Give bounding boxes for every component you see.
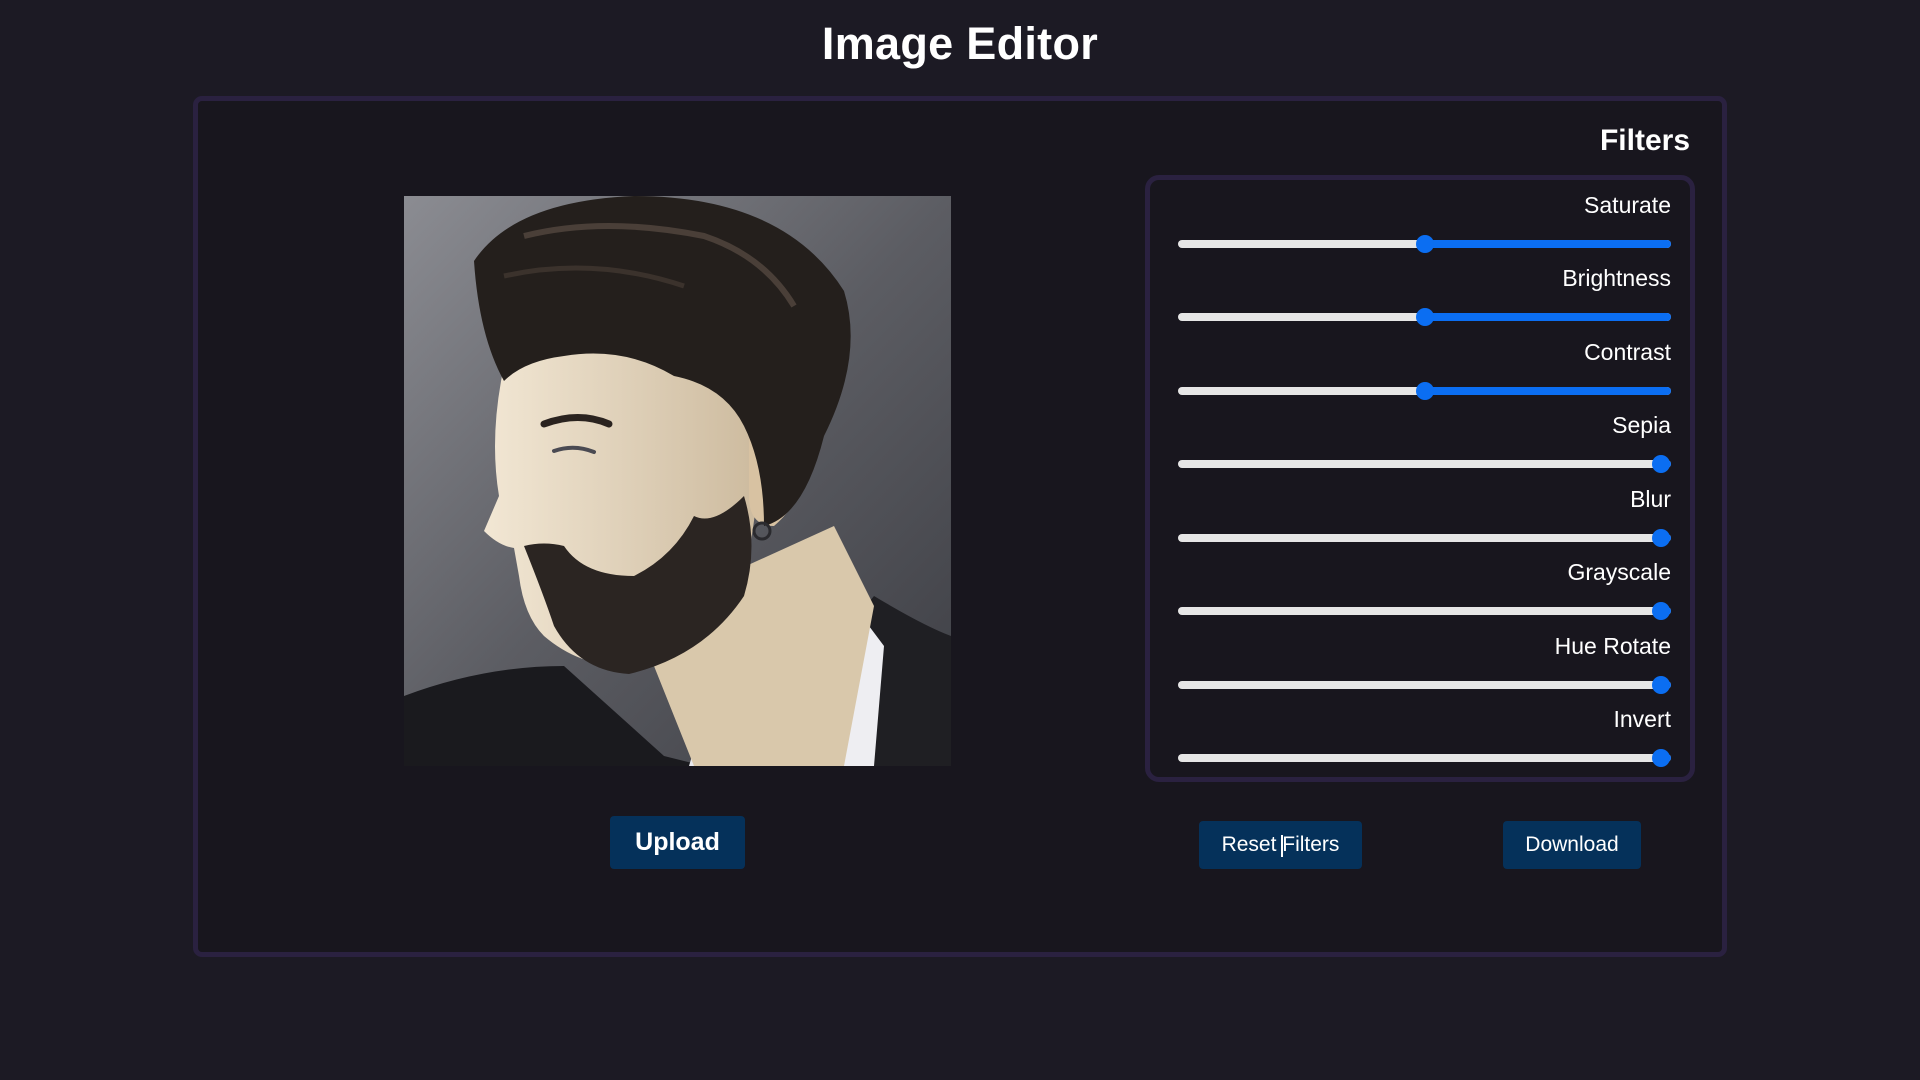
filter-label: Contrast	[1584, 339, 1671, 365]
slider-thumb[interactable]	[1652, 676, 1671, 694]
filter-label: Hue Rotate	[1554, 633, 1671, 659]
brightness-slider[interactable]	[1178, 306, 1671, 328]
slider-thumb[interactable]	[1652, 602, 1671, 620]
filter-sepia: Sepia	[1178, 412, 1671, 484]
grayscale-slider[interactable]	[1178, 600, 1671, 622]
filters-panel: Saturate Brightness Contrast Sepia Blur …	[1145, 175, 1695, 782]
filters-heading: Filters	[1599, 124, 1690, 157]
slider-track	[1178, 607, 1671, 615]
portrait-photo	[404, 196, 951, 766]
filter-hue-rotate: Hue Rotate	[1178, 633, 1671, 705]
filter-label: Sepia	[1612, 412, 1671, 438]
slider-thumb[interactable]	[1415, 382, 1434, 400]
slider-fill	[1424, 240, 1671, 248]
page-title: Image Editor	[821, 18, 1099, 69]
slider-thumb[interactable]	[1652, 749, 1671, 767]
slider-thumb[interactable]	[1652, 529, 1671, 547]
slider-thumb[interactable]	[1415, 235, 1434, 253]
filter-contrast: Contrast	[1178, 339, 1671, 411]
download-button[interactable]: Download	[1503, 821, 1641, 869]
slider-track	[1178, 460, 1671, 468]
invert-slider[interactable]	[1178, 747, 1671, 769]
filter-label: Invert	[1613, 706, 1671, 732]
slider-track	[1178, 534, 1671, 542]
image-preview	[404, 196, 951, 766]
slider-fill	[1424, 387, 1671, 395]
filter-grayscale: Grayscale	[1178, 559, 1671, 631]
slider-track	[1178, 754, 1671, 762]
slider-thumb[interactable]	[1415, 308, 1434, 326]
filter-label: Brightness	[1562, 265, 1671, 291]
filter-invert: Invert	[1178, 706, 1671, 778]
hue-rotate-slider[interactable]	[1178, 674, 1671, 696]
contrast-slider[interactable]	[1178, 380, 1671, 402]
filter-brightness: Brightness	[1178, 265, 1671, 337]
upload-button[interactable]: Upload	[610, 816, 745, 869]
sepia-slider[interactable]	[1178, 453, 1671, 475]
saturate-slider[interactable]	[1178, 233, 1671, 255]
filter-blur: Blur	[1178, 486, 1671, 558]
slider-track	[1178, 681, 1671, 689]
filter-label: Saturate	[1584, 192, 1671, 218]
filter-label: Blur	[1630, 486, 1671, 512]
slider-fill	[1424, 313, 1671, 321]
filter-saturate: Saturate	[1178, 192, 1671, 264]
slider-thumb[interactable]	[1652, 455, 1671, 473]
text-cursor-icon	[1281, 835, 1283, 857]
blur-slider[interactable]	[1178, 527, 1671, 549]
filter-label: Grayscale	[1567, 559, 1671, 585]
